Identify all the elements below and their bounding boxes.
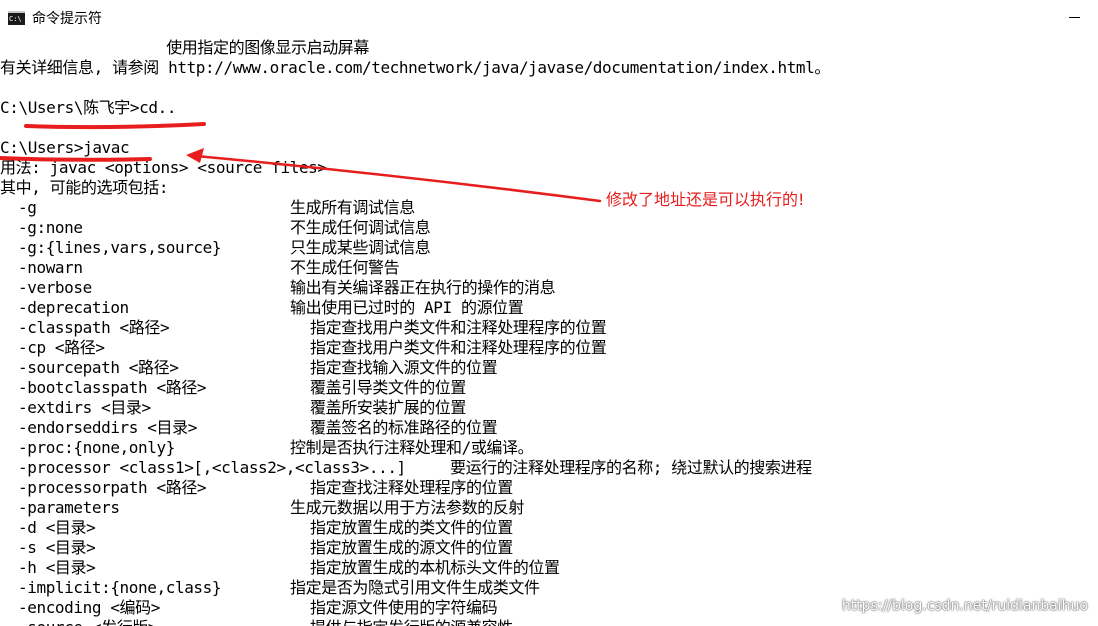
- option-description: 生成元数据以用于方法参数的反射: [290, 498, 525, 517]
- option-flag: -h <目录>: [18, 558, 96, 577]
- option-flag: -g:{lines,vars,source}: [18, 238, 222, 257]
- option-description: 不生成任何警告: [290, 258, 400, 277]
- option-description: 要运行的注释处理程序的名称; 绕过默认的搜索进程: [450, 458, 812, 477]
- option-flag: -sourcepath <路径>: [18, 358, 179, 377]
- option-flag: -cp <路径>: [18, 338, 105, 357]
- console-line-text: C:\Users\陈飞宇>cd..: [0, 98, 177, 117]
- option-flag: -d <目录>: [18, 518, 96, 537]
- option-description: 提供与指定发行版的源兼容性: [310, 618, 513, 626]
- option-flag: -verbose: [18, 278, 92, 297]
- option-flag: -endorseddirs <目录>: [18, 418, 197, 437]
- option-description: 不生成任何调试信息: [290, 218, 431, 237]
- option-flag: -s <目录>: [18, 538, 96, 557]
- command-prompt-window: C:\ 命令提示符 使用指定的图像显示启动屏幕 有关详细信息, 请参阅 http:…: [0, 0, 1098, 626]
- console-output[interactable]: 使用指定的图像显示启动屏幕 有关详细信息, 请参阅 http://www.orac…: [0, 38, 1098, 626]
- option-description: 覆盖签名的标准路径的位置: [310, 418, 498, 437]
- option-flag: -processorpath <路径>: [18, 478, 207, 497]
- title-bar[interactable]: C:\ 命令提示符: [0, 0, 1098, 38]
- option-description: 指定查找输入源文件的位置: [310, 358, 498, 377]
- option-flag: -classpath <路径>: [18, 318, 170, 337]
- console-line-text: C:\Users>javac: [0, 138, 130, 157]
- console-line-text: 有关详细信息, 请参阅 http://www.oracle.com/techne…: [0, 58, 830, 77]
- option-description: 输出使用已过时的 API 的源位置: [290, 298, 524, 317]
- cmd-icon: C:\: [8, 11, 25, 25]
- option-flag: -proc:{none,only}: [18, 438, 175, 457]
- console-line-text: 其中, 可能的选项包括:: [0, 178, 169, 197]
- annotation-note: 修改了地址还是可以执行的!: [606, 190, 805, 209]
- option-flag: -implicit:{none,class}: [18, 578, 222, 597]
- watermark: https://blog.csdn.net/ruidianbaihuo: [841, 598, 1088, 614]
- option-flag: -parameters: [18, 498, 120, 517]
- option-flag: -g:none: [18, 218, 83, 237]
- option-description: 指定放置生成的源文件的位置: [310, 538, 513, 557]
- console-line-text: 用法: javac <options> <source files>: [0, 158, 327, 177]
- option-description: 生成所有调试信息: [290, 198, 415, 217]
- option-flag: -source <发行版>: [18, 618, 158, 626]
- option-flag: -deprecation: [18, 298, 129, 317]
- minimize-button[interactable]: [1052, 0, 1098, 32]
- window-title: 命令提示符: [32, 11, 102, 27]
- option-flag: -encoding <编码>: [18, 598, 160, 617]
- option-description: 指定查找用户类文件和注释处理程序的位置: [310, 318, 607, 337]
- option-description: 指定查找用户类文件和注释处理程序的位置: [310, 338, 607, 357]
- option-description: 指定放置生成的类文件的位置: [310, 518, 513, 537]
- option-description: 指定源文件使用的字符编码: [310, 598, 498, 617]
- option-flag: -nowarn: [18, 258, 83, 277]
- option-description: 只生成某些调试信息: [290, 238, 431, 257]
- option-description: 指定是否为隐式引用文件生成类文件: [290, 578, 540, 597]
- option-flag: -processor <class1>[,<class2>,<class3>..…: [18, 458, 406, 477]
- option-description: 指定查找注释处理程序的位置: [310, 478, 513, 497]
- option-description: 控制是否执行注释处理和/或编译。: [290, 438, 534, 457]
- option-description: 指定放置生成的本机标头文件的位置: [310, 558, 560, 577]
- option-description: 覆盖引导类文件的位置: [310, 378, 467, 397]
- option-flag: -g: [18, 198, 37, 217]
- option-description: 覆盖所安装扩展的位置: [310, 398, 467, 417]
- console-line-text: 使用指定的图像显示启动屏幕: [0, 38, 369, 57]
- option-description: 输出有关编译器正在执行的操作的消息: [290, 278, 556, 297]
- option-flag: -bootclasspath <路径>: [18, 378, 207, 397]
- option-flag: -extdirs <目录>: [18, 398, 151, 417]
